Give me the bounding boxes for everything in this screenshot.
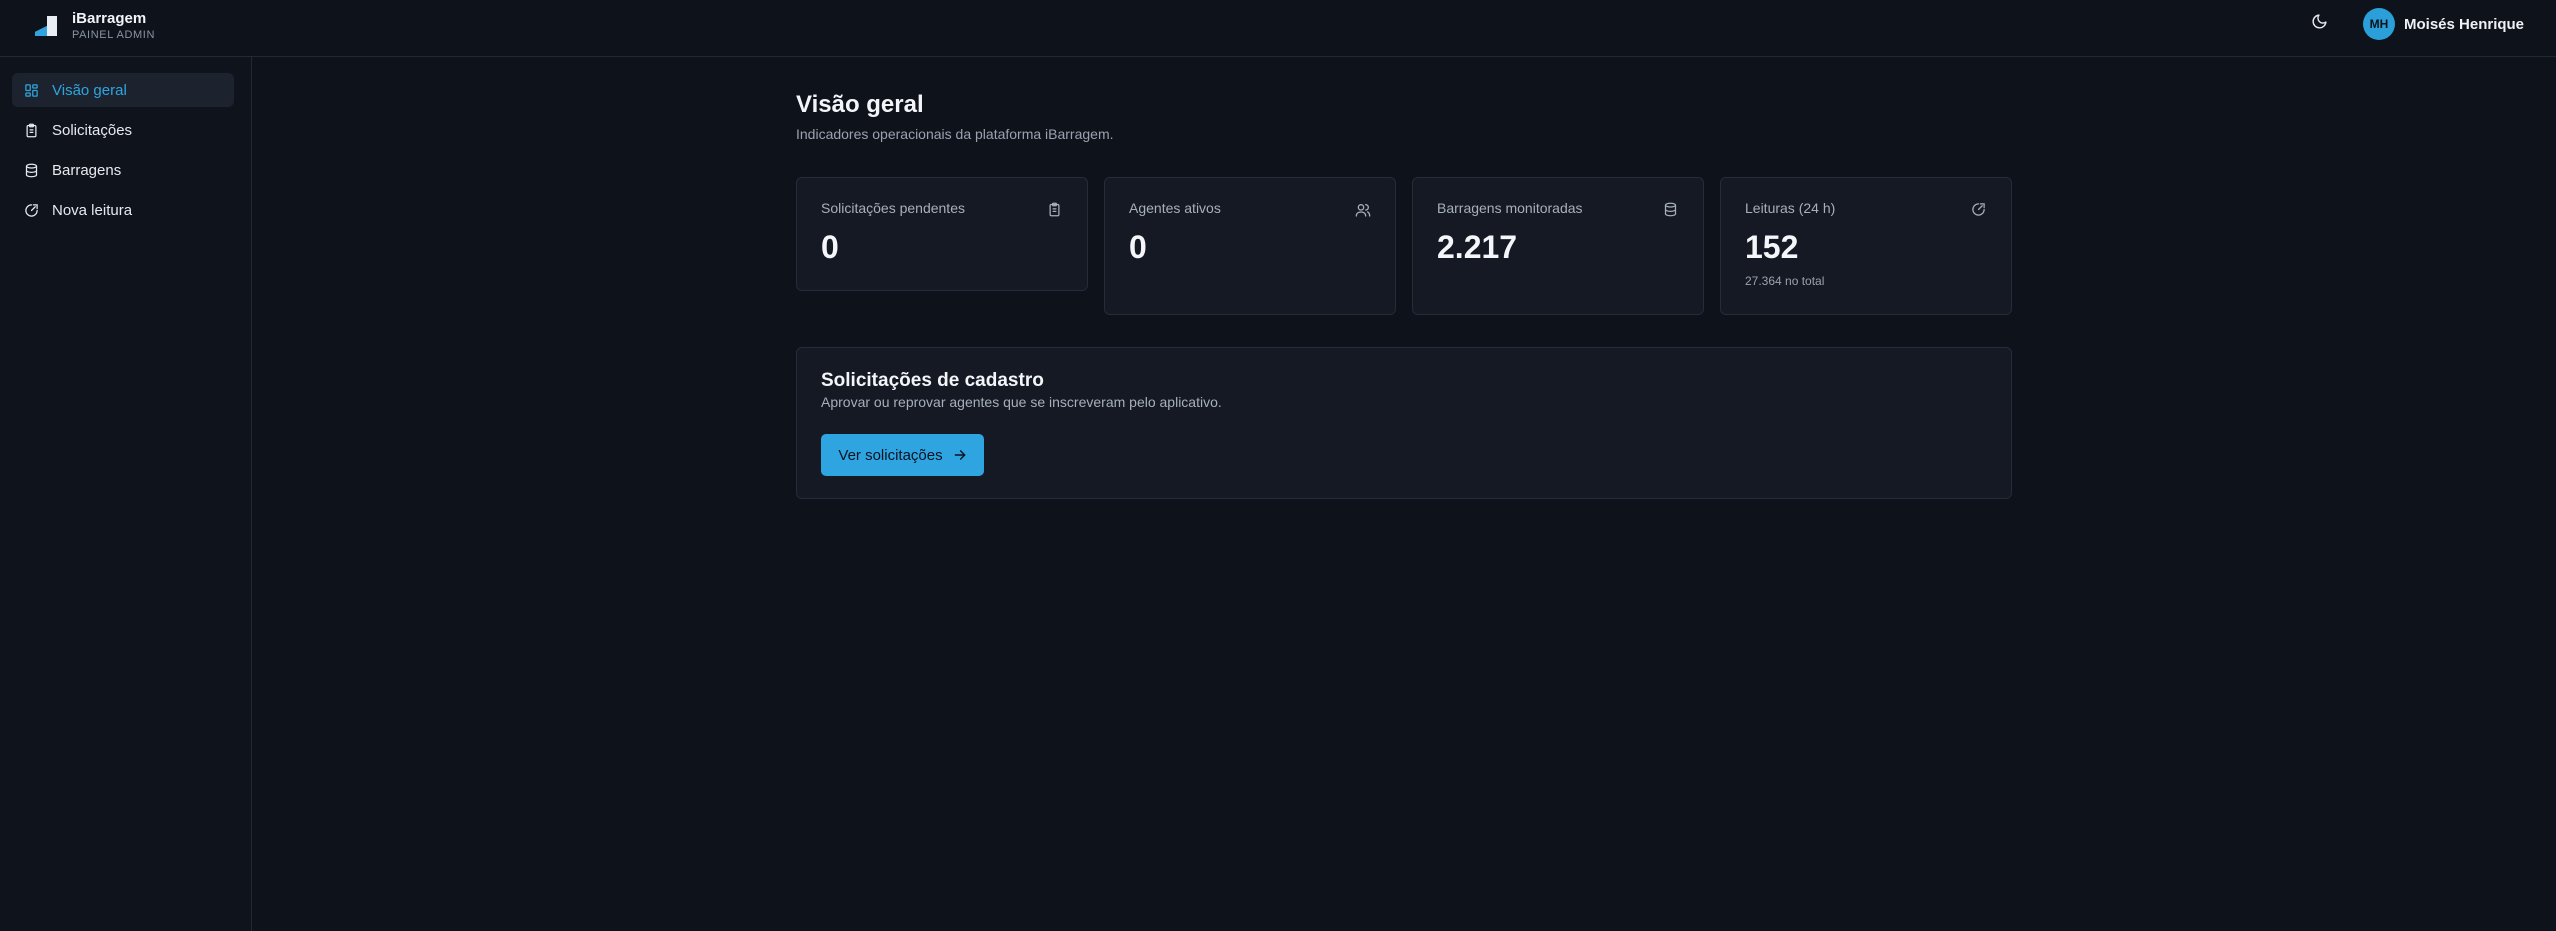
card-label: Barragens monitoradas bbox=[1437, 200, 1583, 216]
panel-title: Solicitações de cadastro bbox=[821, 370, 1044, 391]
stat-card-leituras-24h[interactable]: Leituras (24 h) 152 27.364 no total bbox=[1720, 177, 2012, 315]
stats-cards: Solicitações pendentes 0 Agentes ativos … bbox=[796, 177, 2012, 317]
sidebar-item-label: Solicitações bbox=[52, 121, 133, 139]
stat-card-solicitacoes-pendentes[interactable]: Solicitações pendentes 0 bbox=[796, 177, 1088, 291]
card-label: Leituras (24 h) bbox=[1745, 200, 1836, 216]
card-value: 0 bbox=[821, 229, 839, 265]
brand-name: iBarragem bbox=[72, 10, 147, 27]
sidebar-item-solicitacoes[interactable]: Solicitações bbox=[12, 113, 234, 147]
button-label: Ver solicitações bbox=[838, 446, 943, 464]
user-menu[interactable]: MH Moisés Henrique bbox=[2363, 8, 2524, 40]
sidebar: Visão geral Solicitações Barragens Nova … bbox=[0, 57, 252, 931]
moon-icon bbox=[2311, 13, 2328, 35]
top-bar: iBarragem PAINEL ADMIN MH Moisés Henriqu… bbox=[0, 0, 2556, 57]
main-content: Visão geral Indicadores operacionais da … bbox=[796, 90, 2012, 499]
clipboard-icon bbox=[1047, 202, 1063, 218]
panel-subtitle: Aprovar ou reprovar agentes que se inscr… bbox=[821, 394, 1222, 410]
avatar: MH bbox=[2363, 8, 2395, 40]
registration-requests-panel: Solicitações de cadastro Aprovar ou repr… bbox=[796, 347, 2012, 499]
clipboard-icon bbox=[24, 122, 40, 138]
view-requests-button[interactable]: Ver solicitações bbox=[821, 434, 984, 476]
sidebar-item-visao-geral[interactable]: Visão geral bbox=[12, 73, 234, 107]
sidebar-item-label: Barragens bbox=[52, 161, 122, 179]
brand[interactable]: iBarragem PAINEL ADMIN bbox=[33, 10, 155, 42]
card-value: 0 bbox=[1129, 229, 1147, 265]
users-icon bbox=[1355, 202, 1371, 218]
sidebar-item-nova-leitura[interactable]: Nova leitura bbox=[12, 193, 234, 227]
gauge-icon bbox=[1971, 202, 1987, 218]
database-icon bbox=[24, 162, 40, 178]
card-note: 27.364 no total bbox=[1745, 274, 1825, 288]
sidebar-item-label: Nova leitura bbox=[52, 201, 133, 219]
card-value: 152 bbox=[1745, 229, 1799, 265]
stat-card-agentes-ativos[interactable]: Agentes ativos 0 bbox=[1104, 177, 1396, 315]
arrow-right-icon bbox=[953, 448, 967, 462]
card-label: Solicitações pendentes bbox=[821, 200, 965, 216]
theme-toggle-button[interactable] bbox=[2306, 11, 2332, 37]
user-name: Moisés Henrique bbox=[2404, 15, 2525, 33]
dashboard-grid-icon bbox=[24, 82, 40, 98]
card-label: Agentes ativos bbox=[1129, 200, 1221, 216]
stat-card-barragens-monitoradas[interactable]: Barragens monitoradas 2.217 bbox=[1412, 177, 1704, 315]
brand-subtitle: PAINEL ADMIN bbox=[72, 29, 155, 41]
gauge-icon bbox=[24, 202, 40, 218]
database-icon bbox=[1663, 202, 1679, 218]
card-value: 2.217 bbox=[1437, 229, 1518, 265]
sidebar-item-barragens[interactable]: Barragens bbox=[12, 153, 234, 187]
sidebar-item-label: Visão geral bbox=[52, 81, 127, 99]
page-subtitle: Indicadores operacionais da plataforma i… bbox=[796, 126, 1114, 142]
page-title: Visão geral bbox=[796, 91, 924, 118]
dam-logo-icon bbox=[33, 14, 59, 38]
